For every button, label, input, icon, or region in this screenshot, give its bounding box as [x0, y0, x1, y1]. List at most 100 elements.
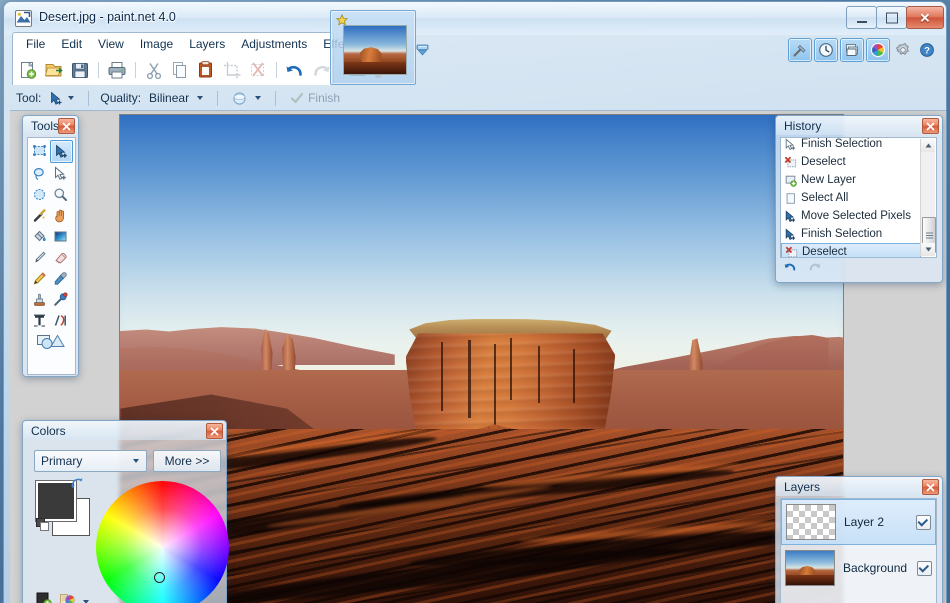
- history-item-selected[interactable]: Deselect: [781, 243, 921, 258]
- maximize-button[interactable]: [876, 6, 907, 29]
- menu-adjustments[interactable]: Adjustments: [233, 34, 315, 54]
- toggle-history-window[interactable]: [814, 38, 838, 62]
- history-panel-close-button[interactable]: [922, 118, 939, 134]
- tool-selector-button[interactable]: [46, 89, 77, 108]
- shapes-tool[interactable]: [29, 331, 72, 352]
- tab-list-dropdown-icon[interactable]: [416, 43, 429, 56]
- history-list[interactable]: Finish Selection Deselect New Layer Sele…: [780, 137, 937, 258]
- scroll-down-arrow-icon[interactable]: [921, 243, 935, 256]
- move-selected-pixels-tool[interactable]: [50, 140, 73, 163]
- colors-panel: Colors Primary More >>: [22, 420, 229, 603]
- paintbrush-icon: [35, 251, 46, 263]
- menu-file[interactable]: File: [18, 34, 53, 54]
- add-color-swatch-button[interactable]: [36, 592, 52, 603]
- paste-button[interactable]: [194, 59, 218, 81]
- menu-layers[interactable]: Layers: [181, 34, 233, 54]
- menu-image[interactable]: Image: [132, 34, 181, 54]
- help-button[interactable]: ?: [916, 39, 938, 61]
- add-color-swatch-icon: [36, 592, 52, 603]
- layers-stack-icon: [846, 44, 858, 56]
- new-image-button[interactable]: [16, 59, 40, 81]
- colors-panel-close-button[interactable]: [206, 423, 223, 439]
- settings-button[interactable]: [892, 39, 914, 61]
- clock-icon: [819, 43, 833, 57]
- ellipse-select-tool[interactable]: [29, 184, 50, 205]
- crop-to-selection-button[interactable]: [220, 59, 244, 81]
- palette-button[interactable]: [59, 592, 76, 603]
- layers-list[interactable]: Layer 2 Background: [780, 498, 937, 603]
- history-redo-button[interactable]: [806, 259, 823, 277]
- menu-edit[interactable]: Edit: [53, 34, 90, 54]
- color-wheel[interactable]: [96, 481, 229, 603]
- eyedropper-icon: [54, 272, 67, 285]
- minimize-button[interactable]: [846, 6, 877, 29]
- recolor-tool[interactable]: [50, 289, 71, 310]
- finish-button[interactable]: Finish: [287, 89, 343, 107]
- layer-row[interactable]: Background: [781, 545, 936, 591]
- image-tab-desert[interactable]: [330, 10, 416, 85]
- history-undo-button[interactable]: [782, 259, 799, 277]
- layer-row[interactable]: Layer 2: [781, 499, 936, 545]
- print-button[interactable]: [105, 59, 129, 81]
- history-item[interactable]: Finish Selection: [781, 225, 921, 243]
- toggle-tools-window[interactable]: [788, 38, 812, 62]
- layers-panel-close-button[interactable]: [922, 479, 939, 495]
- toggle-layers-window[interactable]: [840, 38, 864, 62]
- history-item[interactable]: Move Selected Pixels: [781, 207, 921, 225]
- line-curve-tool[interactable]: [50, 310, 71, 331]
- image-canvas[interactable]: [120, 115, 843, 603]
- pencil-tool[interactable]: [29, 268, 50, 289]
- quality-selector[interactable]: Bilinear: [146, 89, 206, 107]
- sampling-dropdown-caret: [255, 96, 262, 100]
- magic-wand-tool[interactable]: [29, 205, 50, 226]
- select-all-icon: [784, 192, 797, 205]
- color-picker-tool[interactable]: [50, 268, 71, 289]
- menu-view[interactable]: View: [90, 34, 132, 54]
- palette-dropdown-caret[interactable]: [83, 599, 89, 603]
- eraser-tool[interactable]: [50, 247, 71, 268]
- move-selection-tool[interactable]: [50, 163, 71, 184]
- pan-tool[interactable]: [50, 205, 71, 226]
- save-image-button[interactable]: [68, 59, 92, 81]
- text-tool[interactable]: [29, 310, 50, 331]
- scroll-up-arrow-icon[interactable]: [921, 139, 935, 152]
- paintbrush-tool[interactable]: [29, 247, 50, 268]
- history-item[interactable]: Deselect: [781, 153, 921, 171]
- color-wheel-cursor[interactable]: [154, 572, 165, 583]
- tools-panel-titlebar[interactable]: Tools: [23, 116, 78, 135]
- deselect-all-button[interactable]: [246, 59, 270, 81]
- zoom-tool[interactable]: [50, 184, 71, 205]
- menu-bar: File Edit View Image Layers Adjustments …: [12, 33, 368, 55]
- cut-button[interactable]: [142, 59, 166, 81]
- undo-button[interactable]: [283, 59, 307, 81]
- color-mode-dropdown[interactable]: Primary: [34, 450, 147, 472]
- sampling-selector[interactable]: [229, 89, 264, 108]
- layer-visibility-checkbox[interactable]: [916, 514, 931, 530]
- open-image-button[interactable]: [42, 59, 66, 81]
- history-item[interactable]: New Layer: [781, 171, 921, 189]
- scissors-icon: [146, 63, 162, 80]
- layer-visibility-checkbox[interactable]: [917, 560, 932, 576]
- history-item[interactable]: Finish Selection: [781, 138, 921, 153]
- lasso-select-tool[interactable]: [29, 163, 50, 184]
- swap-colors-icon[interactable]: [70, 476, 84, 490]
- tool-label: Tool:: [16, 91, 42, 105]
- layers-panel-titlebar[interactable]: Layers: [776, 477, 942, 496]
- tools-panel-close-button[interactable]: [58, 118, 75, 134]
- reset-colors-icon[interactable]: [36, 518, 50, 532]
- rectangle-select-tool[interactable]: [29, 140, 50, 161]
- title-bar[interactable]: Desert.jpg - paint.net 4.0 ✕: [4, 2, 946, 35]
- history-item[interactable]: Select All: [781, 189, 921, 207]
- history-item-label: Deselect: [802, 246, 847, 258]
- gradient-tool[interactable]: [50, 226, 71, 247]
- copy-button[interactable]: [168, 59, 192, 81]
- history-panel-titlebar[interactable]: History: [776, 116, 942, 135]
- toggle-colors-window[interactable]: [866, 38, 890, 62]
- colors-panel-titlebar[interactable]: Colors: [23, 421, 226, 440]
- clone-stamp-tool[interactable]: [29, 289, 50, 310]
- close-button[interactable]: ✕: [906, 6, 944, 29]
- paint-bucket-icon: [34, 230, 46, 242]
- history-scrollbar[interactable]: [920, 139, 936, 256]
- paint-bucket-tool[interactable]: [29, 226, 50, 247]
- more-button[interactable]: More >>: [153, 450, 221, 472]
